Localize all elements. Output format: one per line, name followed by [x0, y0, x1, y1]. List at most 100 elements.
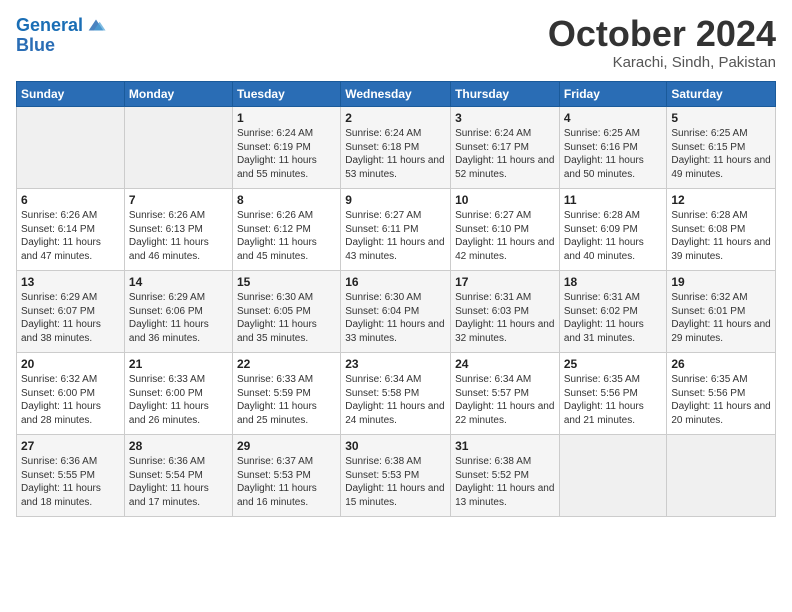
day-info: Sunrise: 6:35 AM Sunset: 5:56 PM Dayligh… — [671, 373, 771, 427]
page-header: General Blue October 2024 Karachi, Sindh… — [16, 16, 776, 71]
day-info: Sunrise: 6:27 AM Sunset: 6:11 PM Dayligh… — [345, 209, 446, 263]
calendar-cell: 25 Sunrise: 6:35 AM Sunset: 5:56 PM Dayli… — [559, 353, 667, 435]
day-number: 2 — [345, 111, 446, 125]
col-header-wednesday: Wednesday — [341, 82, 451, 107]
calendar-cell: 28 Sunrise: 6:36 AM Sunset: 5:54 PM Dayli… — [124, 435, 232, 517]
day-info: Sunrise: 6:32 AM Sunset: 6:01 PM Dayligh… — [671, 291, 771, 345]
day-info: Sunrise: 6:36 AM Sunset: 5:55 PM Dayligh… — [21, 455, 120, 509]
calendar-cell: 20 Sunrise: 6:32 AM Sunset: 6:00 PM Dayli… — [17, 353, 125, 435]
day-info: Sunrise: 6:25 AM Sunset: 6:16 PM Dayligh… — [564, 127, 663, 181]
calendar-cell: 7 Sunrise: 6:26 AM Sunset: 6:13 PM Daylig… — [124, 189, 232, 271]
day-info: Sunrise: 6:32 AM Sunset: 6:00 PM Dayligh… — [21, 373, 120, 427]
day-number: 24 — [455, 357, 555, 371]
day-number: 6 — [21, 193, 120, 207]
calendar-header-row: SundayMondayTuesdayWednesdayThursdayFrid… — [17, 82, 776, 107]
day-number: 13 — [21, 275, 120, 289]
day-number: 30 — [345, 439, 446, 453]
day-info: Sunrise: 6:36 AM Sunset: 5:54 PM Dayligh… — [129, 455, 228, 509]
day-number: 26 — [671, 357, 771, 371]
calendar-week-3: 13 Sunrise: 6:29 AM Sunset: 6:07 PM Dayli… — [17, 271, 776, 353]
day-info: Sunrise: 6:30 AM Sunset: 6:04 PM Dayligh… — [345, 291, 446, 345]
calendar-cell: 21Sunrise: 6:33 AM Sunset: 6:00 PM Dayli… — [124, 353, 232, 435]
calendar-cell: 2Sunrise: 6:24 AM Sunset: 6:18 PM Daylig… — [341, 107, 451, 189]
col-header-friday: Friday — [559, 82, 667, 107]
calendar-week-1: 1 Sunrise: 6:24 AM Sunset: 6:19 PM Daylig… — [17, 107, 776, 189]
col-header-saturday: Saturday — [667, 82, 776, 107]
day-number: 9 — [345, 193, 446, 207]
day-number: 14 — [129, 275, 228, 289]
col-header-tuesday: Tuesday — [232, 82, 340, 107]
calendar-cell: 15 Sunrise: 6:30 AM Sunset: 6:05 PM Dayli… — [232, 271, 340, 353]
day-info: Sunrise: 6:24 AM Sunset: 6:19 PM Dayligh… — [237, 127, 336, 181]
day-number: 17 — [455, 275, 555, 289]
day-number: 15 — [237, 275, 336, 289]
day-info: Sunrise: 6:37 AM Sunset: 5:53 PM Dayligh… — [237, 455, 336, 509]
calendar-cell: 14 Sunrise: 6:29 AM Sunset: 6:06 PM Dayli… — [124, 271, 232, 353]
day-number: 5 — [671, 111, 771, 125]
calendar-week-2: 6 Sunrise: 6:26 AM Sunset: 6:14 PM Daylig… — [17, 189, 776, 271]
day-number: 18 — [564, 275, 663, 289]
calendar-cell: 27 Sunrise: 6:36 AM Sunset: 5:55 PM Dayli… — [17, 435, 125, 517]
location-subtitle: Karachi, Sindh, Pakistan — [548, 54, 776, 71]
day-number: 31 — [455, 439, 555, 453]
calendar-cell: 24 Sunrise: 6:34 AM Sunset: 5:57 PM Dayli… — [451, 353, 560, 435]
day-number: 12 — [671, 193, 771, 207]
calendar-cell — [17, 107, 125, 189]
day-number: 8 — [237, 193, 336, 207]
calendar-cell: 19 Sunrise: 6:32 AM Sunset: 6:01 PM Dayli… — [667, 271, 776, 353]
calendar-cell: 8 Sunrise: 6:26 AM Sunset: 6:12 PM Daylig… — [232, 189, 340, 271]
col-header-monday: Monday — [124, 82, 232, 107]
calendar-cell: 3Sunrise: 6:24 AM Sunset: 6:17 PM Daylig… — [451, 107, 560, 189]
calendar-cell: 30 Sunrise: 6:38 AM Sunset: 5:53 PM Dayli… — [341, 435, 451, 517]
calendar-cell — [667, 435, 776, 517]
day-number: 7 — [129, 193, 228, 207]
calendar-cell: 11Sunrise: 6:28 AM Sunset: 6:09 PM Dayli… — [559, 189, 667, 271]
day-info: Sunrise: 6:24 AM Sunset: 6:17 PM Dayligh… — [455, 127, 555, 181]
day-info: Sunrise: 6:38 AM Sunset: 5:53 PM Dayligh… — [345, 455, 446, 509]
calendar-cell: 4Sunrise: 6:25 AM Sunset: 6:16 PM Daylig… — [559, 107, 667, 189]
calendar-cell: 12 Sunrise: 6:28 AM Sunset: 6:08 PM Dayli… — [667, 189, 776, 271]
day-info: Sunrise: 6:29 AM Sunset: 6:07 PM Dayligh… — [21, 291, 120, 345]
day-info: Sunrise: 6:26 AM Sunset: 6:14 PM Dayligh… — [21, 209, 120, 263]
calendar-cell: 1 Sunrise: 6:24 AM Sunset: 6:19 PM Daylig… — [232, 107, 340, 189]
logo: General Blue — [16, 16, 107, 56]
calendar-cell: 5 Sunrise: 6:25 AM Sunset: 6:15 PM Daylig… — [667, 107, 776, 189]
day-number: 25 — [564, 357, 663, 371]
calendar-cell: 23Sunrise: 6:34 AM Sunset: 5:58 PM Dayli… — [341, 353, 451, 435]
calendar-table: SundayMondayTuesdayWednesdayThursdayFrid… — [16, 81, 776, 517]
day-number: 10 — [455, 193, 555, 207]
day-number: 28 — [129, 439, 228, 453]
day-info: Sunrise: 6:26 AM Sunset: 6:12 PM Dayligh… — [237, 209, 336, 263]
day-info: Sunrise: 6:25 AM Sunset: 6:15 PM Dayligh… — [671, 127, 771, 181]
calendar-cell: 18Sunrise: 6:31 AM Sunset: 6:02 PM Dayli… — [559, 271, 667, 353]
day-number: 20 — [21, 357, 120, 371]
calendar-cell — [124, 107, 232, 189]
day-info: Sunrise: 6:34 AM Sunset: 5:57 PM Dayligh… — [455, 373, 555, 427]
calendar-week-5: 27 Sunrise: 6:36 AM Sunset: 5:55 PM Dayli… — [17, 435, 776, 517]
logo-icon — [85, 14, 107, 36]
col-header-sunday: Sunday — [17, 82, 125, 107]
day-info: Sunrise: 6:35 AM Sunset: 5:56 PM Dayligh… — [564, 373, 663, 427]
calendar-cell: 22 Sunrise: 6:33 AM Sunset: 5:59 PM Dayli… — [232, 353, 340, 435]
day-info: Sunrise: 6:28 AM Sunset: 6:08 PM Dayligh… — [671, 209, 771, 263]
day-info: Sunrise: 6:29 AM Sunset: 6:06 PM Dayligh… — [129, 291, 228, 345]
day-info: Sunrise: 6:27 AM Sunset: 6:10 PM Dayligh… — [455, 209, 555, 263]
day-number: 22 — [237, 357, 336, 371]
calendar-cell: 17Sunrise: 6:31 AM Sunset: 6:03 PM Dayli… — [451, 271, 560, 353]
calendar-cell — [559, 435, 667, 517]
month-title: October 2024 — [548, 16, 776, 52]
day-number: 19 — [671, 275, 771, 289]
day-info: Sunrise: 6:30 AM Sunset: 6:05 PM Dayligh… — [237, 291, 336, 345]
day-info: Sunrise: 6:38 AM Sunset: 5:52 PM Dayligh… — [455, 455, 555, 509]
calendar-cell: 16Sunrise: 6:30 AM Sunset: 6:04 PM Dayli… — [341, 271, 451, 353]
day-number: 27 — [21, 439, 120, 453]
day-number: 1 — [237, 111, 336, 125]
calendar-cell: 26 Sunrise: 6:35 AM Sunset: 5:56 PM Dayli… — [667, 353, 776, 435]
logo-blue: Blue — [16, 36, 107, 56]
day-number: 21 — [129, 357, 228, 371]
calendar-cell: 6 Sunrise: 6:26 AM Sunset: 6:14 PM Daylig… — [17, 189, 125, 271]
day-number: 23 — [345, 357, 446, 371]
day-info: Sunrise: 6:33 AM Sunset: 5:59 PM Dayligh… — [237, 373, 336, 427]
calendar-cell: 10 Sunrise: 6:27 AM Sunset: 6:10 PM Dayli… — [451, 189, 560, 271]
day-info: Sunrise: 6:26 AM Sunset: 6:13 PM Dayligh… — [129, 209, 228, 263]
